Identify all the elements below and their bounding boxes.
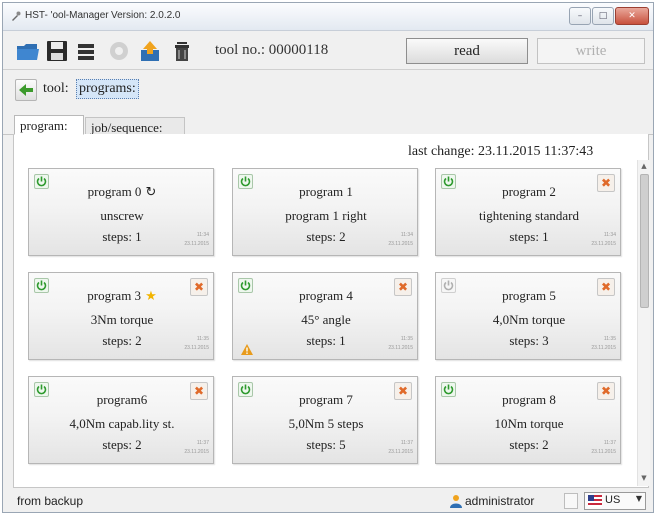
folder-open-icon[interactable] xyxy=(15,38,41,64)
program-date: 23.11.2015 xyxy=(388,449,413,455)
toolbar: tool no.: 00000118 read write xyxy=(3,32,653,70)
program-name-text: program 8 xyxy=(502,392,556,407)
language-select[interactable]: US ▼ xyxy=(584,492,646,510)
program-date: 23.11.2015 xyxy=(184,241,209,247)
program-name-text: program 5 xyxy=(502,288,556,303)
tool-manager-window: HST- 'ool-Manager Version: 2.0.2.0 – □ ✕… xyxy=(2,2,654,513)
list-icon[interactable] xyxy=(73,38,99,64)
program-name: program 5 xyxy=(436,288,622,304)
save-icon[interactable] xyxy=(44,38,70,64)
program-name: program 1 xyxy=(233,184,419,200)
program-name-text: program6 xyxy=(96,392,148,407)
program-time: 11:37 xyxy=(400,440,413,446)
maximize-button[interactable]: □ xyxy=(592,7,614,25)
program-description: 4,0Nm capab.lity st. xyxy=(69,416,175,431)
program-description: 45° angle xyxy=(301,312,351,327)
program-time: 11:37 xyxy=(196,440,209,446)
program-time: 11:35 xyxy=(196,336,209,342)
program-name: program 3 ★ xyxy=(29,288,215,304)
program-description: program 1 right xyxy=(285,208,367,223)
breadcrumb: tool: programs: xyxy=(3,71,653,107)
program-name: program 0 ↻ xyxy=(29,184,215,200)
program-time: 11:37 xyxy=(603,440,616,446)
program-card[interactable]: ✖ program 2 tightening standard steps: 1 11:… xyxy=(435,168,621,256)
app-icon xyxy=(12,11,21,21)
window-title: HST- 'ool-Manager xyxy=(25,10,109,21)
program-name-text: program 4 xyxy=(299,288,353,303)
scroll-thumb[interactable] xyxy=(640,174,649,308)
program-description: 4,0Nm torque xyxy=(492,312,566,327)
program-time: 11:34 xyxy=(196,232,209,238)
status-bar: from backup administrator US ▼ xyxy=(3,490,653,512)
read-button[interactable]: read xyxy=(406,38,528,64)
scroll-up-icon[interactable]: ▲ xyxy=(638,160,650,172)
program-date: 23.11.2015 xyxy=(388,241,413,247)
program-name-text: program 3 xyxy=(87,288,142,303)
tab-program[interactable]: program: xyxy=(14,115,84,135)
program-name: program6 xyxy=(29,392,215,408)
reverse-icon: ↻ xyxy=(145,185,157,200)
program-card[interactable]: ✖ program 3 ★ 3Nm torque steps: 2 11:35 23.11.… xyxy=(28,272,214,360)
user-name: administrator xyxy=(465,494,535,508)
language-value: US xyxy=(605,494,621,506)
back-button[interactable] xyxy=(15,79,37,101)
program-card[interactable]: ✖ program 8 10Nm torque steps: 2 11:37 23.11.… xyxy=(435,376,621,464)
program-card[interactable]: ✖ program 5 4,0Nm torque steps: 3 11:35 23.11… xyxy=(435,272,621,360)
program-description: 10Nm torque xyxy=(494,416,564,431)
user-icon xyxy=(450,495,462,508)
program-name-text: program 2 xyxy=(502,184,556,199)
status-text: from backup xyxy=(17,494,84,508)
window-version: Version: 2.0.2.0 xyxy=(111,10,181,21)
flag-icon xyxy=(588,495,602,507)
program-description: 3Nm torque xyxy=(90,312,154,327)
minimize-button[interactable]: – xyxy=(569,7,591,25)
gear-icon[interactable] xyxy=(106,38,132,64)
program-panel: last change: 23.11.2015 11:37:43 program… xyxy=(13,134,650,488)
program-description: tightening standard xyxy=(478,208,579,223)
program-card[interactable]: ✖ program6 4,0Nm capab.lity st. steps: 2 11:… xyxy=(28,376,214,464)
vertical-scrollbar[interactable]: ▲ ▼ xyxy=(637,160,650,486)
breadcrumb-current[interactable]: programs: xyxy=(76,79,139,99)
close-button[interactable]: ✕ xyxy=(615,7,649,25)
scroll-down-icon[interactable]: ▼ xyxy=(638,472,650,484)
program-name-text: program 1 xyxy=(299,184,353,199)
program-name-text: program 7 xyxy=(299,392,353,407)
program-time: 11:35 xyxy=(603,336,616,342)
program-time: 11:34 xyxy=(603,232,616,238)
delete-icon[interactable] xyxy=(169,38,195,64)
program-card[interactable]: program 0 ↻ unscrew steps: 1 11:34 23.11.2015 xyxy=(28,168,214,256)
program-time: 11:35 xyxy=(400,336,413,342)
note-icon[interactable] xyxy=(564,493,578,509)
tab-bar: program: job/sequence: xyxy=(3,109,653,135)
arrow-left-icon xyxy=(19,84,33,96)
program-date: 23.11.2015 xyxy=(591,241,616,247)
program-date: 23.11.2015 xyxy=(591,345,616,351)
warning-icon xyxy=(241,344,253,355)
program-time: 11:34 xyxy=(400,232,413,238)
breadcrumb-label: tool: xyxy=(43,81,69,96)
program-name: program 2 xyxy=(436,184,622,200)
last-change-label: last change: 23.11.2015 11:37:43 xyxy=(408,144,594,159)
program-card[interactable]: program 1 program 1 right steps: 2 11:34 23.… xyxy=(232,168,418,256)
program-name-text: program 0 xyxy=(87,184,142,199)
export-icon[interactable] xyxy=(137,38,163,64)
program-name: program 8 xyxy=(436,392,622,408)
title-bar[interactable]: HST- 'ool-Manager Version: 2.0.2.0 – □ ✕ xyxy=(3,3,653,31)
program-date: 23.11.2015 xyxy=(591,449,616,455)
tab-job-sequence[interactable]: job/sequence: xyxy=(85,117,185,135)
chevron-down-icon: ▼ xyxy=(635,494,642,503)
program-date: 23.11.2015 xyxy=(184,345,209,351)
star-icon: ★ xyxy=(145,289,157,304)
program-date: 23.11.2015 xyxy=(184,449,209,455)
write-button[interactable]: write xyxy=(537,38,645,64)
program-card[interactable]: ✖ program 7 5,0Nm 5 steps steps: 5 11:37 23.1… xyxy=(232,376,418,464)
program-name: program 7 xyxy=(233,392,419,408)
program-card[interactable]: ✖ program 4 45° angle steps: 1 11:35 23.11.20… xyxy=(232,272,418,360)
program-name: program 4 xyxy=(233,288,419,304)
program-description: 5,0Nm 5 steps xyxy=(288,416,364,431)
program-date: 23.11.2015 xyxy=(388,345,413,351)
program-description: unscrew xyxy=(100,208,144,223)
tool-number: tool no.: 00000118 xyxy=(215,42,329,58)
